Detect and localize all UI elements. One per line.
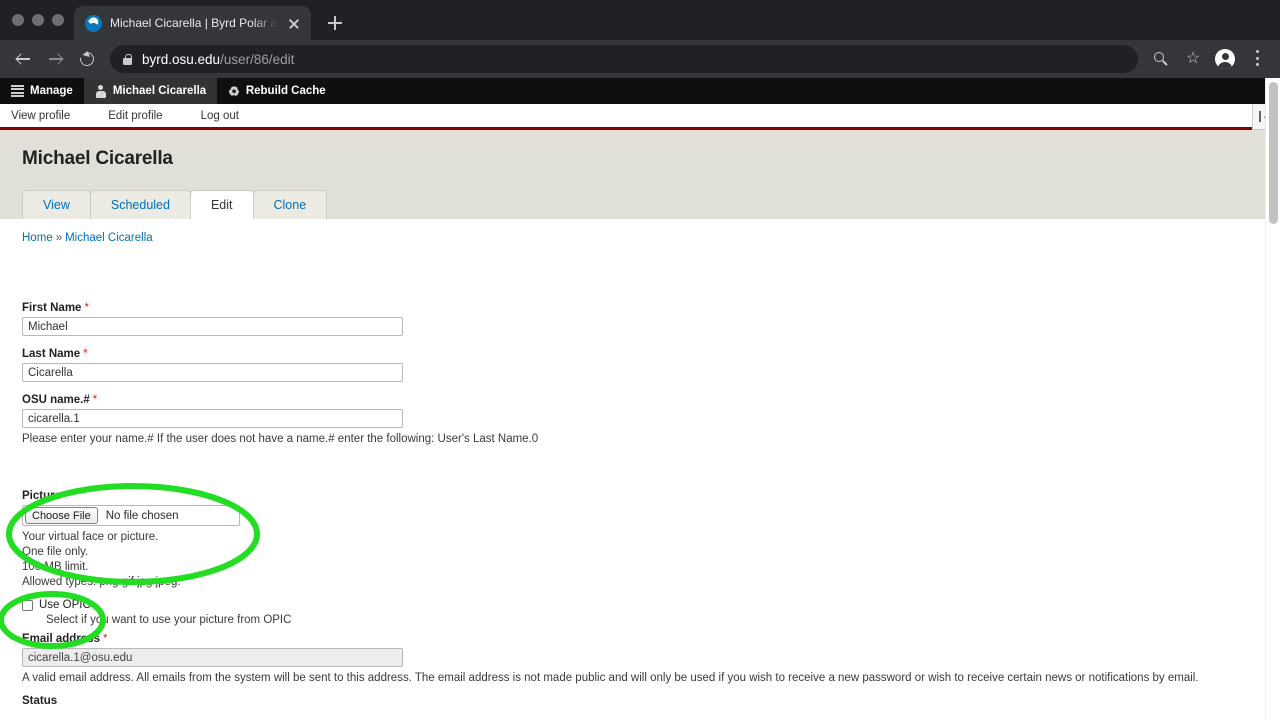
osu-name-input[interactable] bbox=[22, 409, 403, 428]
page-title: Michael Cicarella bbox=[22, 148, 173, 169]
admin-toolbar-item-manage[interactable]: Manage bbox=[0, 78, 84, 104]
required-marker: * bbox=[102, 633, 108, 645]
last-name-label-text: Last Name bbox=[22, 348, 81, 360]
url-text: byrd.osu.edu/user/86/edit bbox=[142, 52, 294, 67]
sub-nav-edit-profile[interactable]: Edit profile bbox=[108, 110, 162, 122]
admin-toolbar-label: Michael Cicarella bbox=[112, 85, 207, 97]
status-label: Status bbox=[22, 695, 58, 707]
last-name-label: Last Name * bbox=[22, 348, 1280, 360]
url-path: /user/86/edit bbox=[220, 51, 295, 67]
chrome-menu-icon bbox=[1255, 50, 1259, 70]
profile-avatar-icon bbox=[1215, 49, 1235, 69]
osu-name-label: OSU name.# * bbox=[22, 394, 1280, 406]
person-icon bbox=[95, 85, 107, 98]
required-marker: * bbox=[92, 394, 98, 406]
first-name-label: First Name * bbox=[22, 302, 1280, 314]
browser-window: Michael Cicarella | Byrd Polar a byrd.os… bbox=[0, 0, 1280, 720]
page-viewport: Manage Michael Cicarella ♻ Rebuild Cache… bbox=[0, 78, 1280, 720]
file-status-text: No file chosen bbox=[105, 509, 179, 522]
close-tab-icon[interactable] bbox=[285, 14, 303, 32]
breadcrumb-home[interactable]: Home bbox=[22, 232, 53, 244]
new-tab-icon[interactable] bbox=[321, 9, 349, 37]
use-opic-description: Select if you want to use your picture f… bbox=[46, 614, 292, 626]
admin-toolbar-label: Rebuild Cache bbox=[245, 85, 326, 97]
address-bar[interactable]: byrd.osu.edu/user/86/edit bbox=[110, 45, 1138, 73]
tab-edit[interactable]: Edit bbox=[189, 190, 254, 219]
arrow-left-icon bbox=[16, 53, 30, 66]
back-button[interactable] bbox=[8, 44, 38, 74]
bookmark-button[interactable]: ☆ bbox=[1178, 44, 1208, 74]
hamburger-icon bbox=[11, 85, 24, 97]
browser-tab[interactable]: Michael Cicarella | Byrd Polar a bbox=[74, 6, 312, 40]
picture-description-4: Allowed types: png gif jpg jpeg. bbox=[22, 576, 181, 588]
picture-description-2: One file only. bbox=[22, 546, 89, 558]
drupal-drop-icon bbox=[85, 14, 102, 32]
minimize-window-button[interactable] bbox=[32, 14, 44, 26]
choose-file-button[interactable]: Choose File bbox=[25, 507, 98, 524]
picture-label: Picture bbox=[22, 490, 61, 502]
email-label-text: Email address bbox=[22, 633, 100, 645]
page-scrollbar[interactable] bbox=[1265, 78, 1280, 720]
first-name-label-text: First Name bbox=[22, 302, 82, 314]
required-marker: * bbox=[83, 348, 88, 360]
admin-toolbar-item-account[interactable]: Michael Cicarella bbox=[83, 78, 218, 104]
user-edit-form: First Name* Last Name* OSU name.#* Pleas… bbox=[0, 244, 1280, 707]
email-input[interactable] bbox=[22, 648, 403, 667]
page-tabs: View Scheduled Edit Clone bbox=[22, 190, 1280, 219]
picture-file-input[interactable]: Choose File No file chosen bbox=[22, 505, 240, 526]
tab-clone[interactable]: Clone bbox=[252, 190, 328, 219]
required-marker: * bbox=[84, 302, 89, 314]
secure-lock-icon bbox=[123, 53, 132, 65]
admin-toolbar-item-rebuild-cache[interactable]: ♻ Rebuild Cache bbox=[217, 78, 337, 104]
use-opic-label: Use OPIC bbox=[39, 599, 91, 611]
close-window-button[interactable] bbox=[12, 14, 24, 26]
picture-description-3: 100 MB limit. bbox=[22, 561, 89, 573]
forward-button[interactable] bbox=[40, 44, 70, 74]
page-header: Michael Cicarella View Scheduled Edit Cl… bbox=[0, 130, 1280, 219]
use-opic-checkbox[interactable] bbox=[22, 599, 33, 611]
tab-scheduled[interactable]: Scheduled bbox=[89, 190, 191, 219]
chrome-menu-button[interactable] bbox=[1242, 44, 1272, 74]
first-name-input[interactable] bbox=[22, 317, 403, 336]
arrow-right-icon bbox=[48, 53, 62, 66]
admin-sub-nav: View profile Edit profile Log out bbox=[0, 104, 1280, 130]
picture-description-1: Your virtual face or picture. bbox=[22, 531, 159, 543]
sub-nav-view-profile[interactable]: View profile bbox=[11, 110, 70, 122]
window-traffic-lights bbox=[8, 0, 74, 40]
collapse-bar bbox=[1259, 111, 1262, 122]
scrollbar-thumb[interactable] bbox=[1269, 82, 1278, 224]
browser-toolbar: byrd.osu.edu/user/86/edit ☆ bbox=[0, 40, 1280, 78]
tab-title: Michael Cicarella | Byrd Polar a bbox=[110, 16, 278, 30]
search-icon bbox=[1154, 52, 1164, 62]
sub-nav-log-out[interactable]: Log out bbox=[201, 110, 239, 122]
email-description: A valid email address. All emails from t… bbox=[22, 672, 1199, 684]
drupal-admin-toolbar: Manage Michael Cicarella ♻ Rebuild Cache bbox=[0, 78, 1280, 104]
search-button[interactable] bbox=[1146, 44, 1176, 74]
reload-button[interactable] bbox=[72, 44, 102, 74]
breadcrumb-current[interactable]: Michael Cicarella bbox=[65, 232, 153, 244]
osu-name-description: Please enter your name.# If the user doe… bbox=[22, 433, 539, 445]
breadcrumb: Home» Michael Cicarella bbox=[0, 219, 1280, 244]
reload-icon bbox=[77, 49, 97, 69]
maximize-window-button[interactable] bbox=[52, 14, 64, 26]
recycle-icon: ♻ bbox=[228, 83, 240, 99]
use-opic-row[interactable]: Use OPIC bbox=[22, 599, 1280, 611]
osu-name-label-text: OSU name.# bbox=[22, 394, 90, 406]
email-label: Email address * bbox=[22, 633, 1280, 645]
tab-strip: Michael Cicarella | Byrd Polar a bbox=[0, 0, 1280, 40]
last-name-input[interactable] bbox=[22, 363, 403, 382]
admin-toolbar-label: Manage bbox=[30, 85, 73, 97]
profile-button[interactable] bbox=[1210, 44, 1240, 74]
breadcrumb-separator: » bbox=[55, 232, 63, 244]
bookmark-star-icon: ☆ bbox=[1185, 50, 1201, 67]
tab-view[interactable]: View bbox=[22, 190, 91, 219]
url-host: byrd.osu.edu bbox=[142, 51, 221, 67]
